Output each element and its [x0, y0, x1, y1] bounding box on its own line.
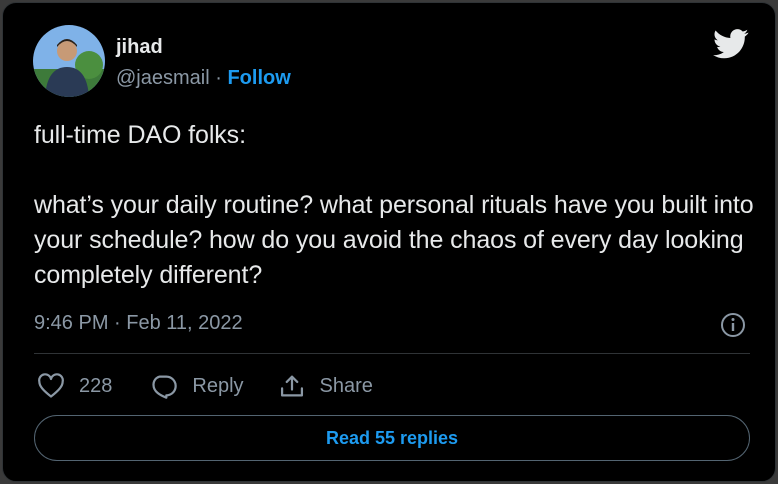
read-replies-button[interactable]: Read 55 replies	[34, 415, 750, 461]
action-bar: 228 Reply Share	[37, 371, 373, 401]
twitter-bird-icon[interactable]	[713, 29, 749, 59]
avatar[interactable]	[33, 25, 105, 97]
author-handle-row: @jaesmail · Follow	[116, 67, 291, 90]
author-handle[interactable]: @jaesmail	[116, 67, 210, 89]
heart-icon	[38, 373, 64, 398]
tweet-card: jihad @jaesmail · Follow full-time DAO f…	[2, 2, 776, 482]
like-count: 228	[79, 374, 113, 397]
share-button[interactable]: Share	[278, 373, 373, 399]
share-upload-icon	[280, 375, 303, 397]
tweet-paragraph: what’s your daily routine? what personal…	[34, 191, 754, 289]
separator-dot: ·	[215, 67, 222, 89]
info-icon[interactable]	[719, 311, 747, 339]
reply-button[interactable]: Reply	[150, 373, 244, 399]
speech-bubble-icon	[152, 375, 178, 399]
tweet-timestamp[interactable]: 9:46 PM · Feb 11, 2022	[34, 312, 243, 335]
reply-label: Reply	[192, 374, 244, 397]
avatar-image	[33, 25, 105, 97]
tweet-paragraph: full-time DAO folks:	[34, 121, 246, 149]
divider	[34, 353, 750, 354]
tweet-text: full-time DAO folks: what’s your daily r…	[34, 118, 754, 293]
follow-button[interactable]: Follow	[227, 67, 290, 89]
share-label: Share	[319, 374, 373, 397]
like-button[interactable]: 228	[37, 373, 112, 399]
author-name[interactable]: jihad	[116, 36, 163, 59]
